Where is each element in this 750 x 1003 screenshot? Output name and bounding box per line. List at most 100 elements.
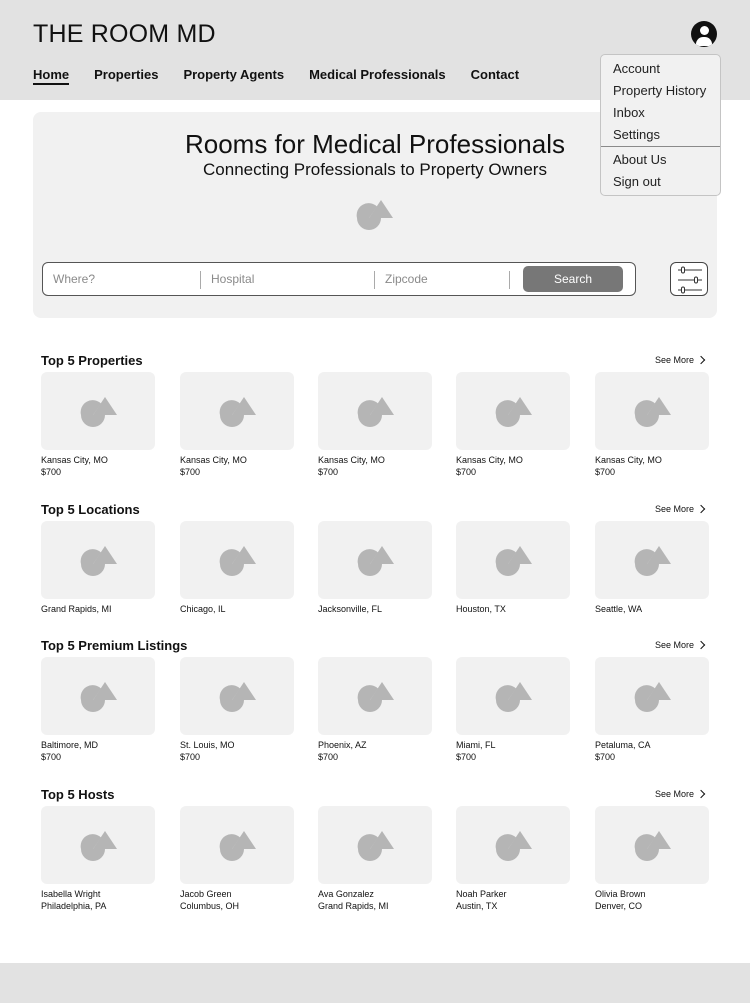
listing-caption-secondary: $700 (318, 467, 339, 477)
sliders-icon (678, 266, 702, 294)
listing-caption-secondary: $700 (318, 752, 339, 762)
image-placeholder-icon (80, 546, 117, 576)
listing-card-image[interactable] (456, 372, 570, 450)
listing-caption-secondary: Austin, TX (456, 901, 498, 911)
listing-caption-secondary: $700 (41, 752, 62, 762)
listing-caption-primary: St. Louis, MO (180, 740, 235, 750)
image-placeholder-icon (634, 682, 671, 712)
listing-card-image[interactable] (180, 521, 294, 599)
listing-caption-primary: Grand Rapids, MI (41, 604, 112, 614)
listing-card-image[interactable] (318, 806, 432, 884)
site-logo[interactable]: THE ROOM MD (33, 20, 216, 49)
listing-caption-secondary: $700 (180, 467, 201, 477)
nav-medical-professionals[interactable]: Medical Professionals (309, 67, 446, 85)
nav-property-agents[interactable]: Property Agents (183, 67, 284, 85)
filter-button[interactable] (670, 262, 708, 296)
listing-card-image[interactable] (318, 521, 432, 599)
search-divider (374, 271, 375, 289)
image-placeholder-icon (219, 831, 256, 861)
see-more-link[interactable]: See More (655, 504, 694, 514)
image-placeholder-icon (634, 397, 671, 427)
listing-caption-primary: Baltimore, MD (41, 740, 99, 750)
listing-card-image[interactable] (456, 657, 570, 735)
listing-card-image[interactable] (41, 372, 155, 450)
listing-caption-primary: Kansas City, MO (595, 455, 662, 465)
menu-item-inbox[interactable]: Inbox (613, 105, 645, 120)
menu-item-property-history[interactable]: Property History (613, 83, 706, 98)
listing-caption-secondary: Philadelphia, PA (41, 901, 107, 911)
listing-caption-primary: Olivia Brown (595, 889, 646, 899)
listing-card-image[interactable] (595, 657, 709, 735)
image-placeholder-icon (219, 682, 256, 712)
listing-caption-secondary: Denver, CO (595, 901, 643, 911)
menu-item-settings[interactable]: Settings (613, 127, 660, 142)
listing-card-image[interactable] (41, 657, 155, 735)
listing-card-image[interactable] (595, 806, 709, 884)
user-avatar-icon[interactable] (691, 21, 717, 47)
chevron-right-icon[interactable] (696, 640, 706, 650)
account-dropdown-menu: Account Property History Inbox Settings … (600, 54, 721, 196)
chevron-right-icon[interactable] (696, 504, 706, 514)
listing-caption-primary: Ava Gonzalez (318, 889, 374, 899)
see-more-link[interactable]: See More (655, 789, 694, 799)
listing-caption-primary: Chicago, IL (180, 604, 226, 614)
listing-card-image[interactable] (318, 372, 432, 450)
section-title-top-5-hosts: Top 5 Hosts (41, 787, 115, 802)
listing-caption-primary: Noah Parker (456, 889, 507, 899)
listing-card-image[interactable] (318, 657, 432, 735)
image-placeholder-icon (357, 546, 394, 576)
see-more-link[interactable]: See More (655, 355, 694, 365)
nav-home[interactable]: Home (33, 67, 70, 85)
image-placeholder-icon (80, 397, 117, 427)
listing-caption-secondary: Columbus, OH (180, 901, 240, 911)
search-divider (509, 271, 510, 289)
listing-caption-primary: Isabella Wright (41, 889, 101, 899)
listing-caption-secondary: Grand Rapids, MI (318, 901, 389, 911)
image-placeholder-icon (495, 397, 532, 427)
site-footer (0, 963, 750, 1003)
see-more-link[interactable]: See More (655, 640, 694, 650)
menu-item-account[interactable]: Account (613, 61, 660, 76)
chevron-right-icon[interactable] (696, 789, 706, 799)
listing-caption-primary: Kansas City, MO (318, 455, 385, 465)
listing-card-image[interactable] (41, 806, 155, 884)
search-button[interactable]: Search (523, 266, 623, 292)
section-title-top-5-locations: Top 5 Locations (41, 502, 140, 517)
image-placeholder-icon (355, 198, 395, 239)
menu-divider (601, 146, 720, 147)
listing-caption-secondary: $700 (41, 467, 62, 477)
image-placeholder-icon (495, 831, 532, 861)
image-placeholder-icon (80, 682, 117, 712)
where-input[interactable]: Where? (53, 272, 95, 286)
menu-item-about-us[interactable]: About Us (613, 152, 666, 167)
hospital-input[interactable]: Hospital (211, 272, 254, 286)
section-title-top-5-premium-listings: Top 5 Premium Listings (41, 638, 188, 653)
listing-card-image[interactable] (180, 657, 294, 735)
nav-properties[interactable]: Properties (94, 67, 158, 85)
listing-card-image[interactable] (456, 806, 570, 884)
image-placeholder-icon (219, 546, 256, 576)
section-title-top-5-properties: Top 5 Properties (41, 353, 143, 368)
listing-caption-primary: Phoenix, AZ (318, 740, 367, 750)
image-placeholder-icon (495, 682, 532, 712)
listing-card-image[interactable] (595, 372, 709, 450)
listing-card-image[interactable] (180, 806, 294, 884)
listing-card-image[interactable] (41, 521, 155, 599)
zipcode-input[interactable]: Zipcode (385, 272, 428, 286)
listing-caption-primary: Miami, FL (456, 740, 496, 750)
listing-caption-secondary: $700 (595, 752, 616, 762)
listing-caption-primary: Kansas City, MO (180, 455, 247, 465)
nav-contact[interactable]: Contact (471, 67, 519, 85)
listing-caption-primary: Kansas City, MO (456, 455, 523, 465)
listing-card-image[interactable] (595, 521, 709, 599)
menu-item-sign-out[interactable]: Sign out (613, 174, 661, 189)
image-placeholder-icon (634, 546, 671, 576)
listing-caption-primary: Seattle, WA (595, 604, 643, 614)
listing-card-image[interactable] (180, 372, 294, 450)
search-bar: Where? Hospital Zipcode Search (42, 262, 636, 296)
chevron-right-icon[interactable] (696, 355, 706, 365)
listing-caption-secondary: $700 (180, 752, 201, 762)
image-placeholder-icon (357, 682, 394, 712)
listing-card-image[interactable] (456, 521, 570, 599)
listing-caption-primary: Houston, TX (456, 604, 506, 614)
